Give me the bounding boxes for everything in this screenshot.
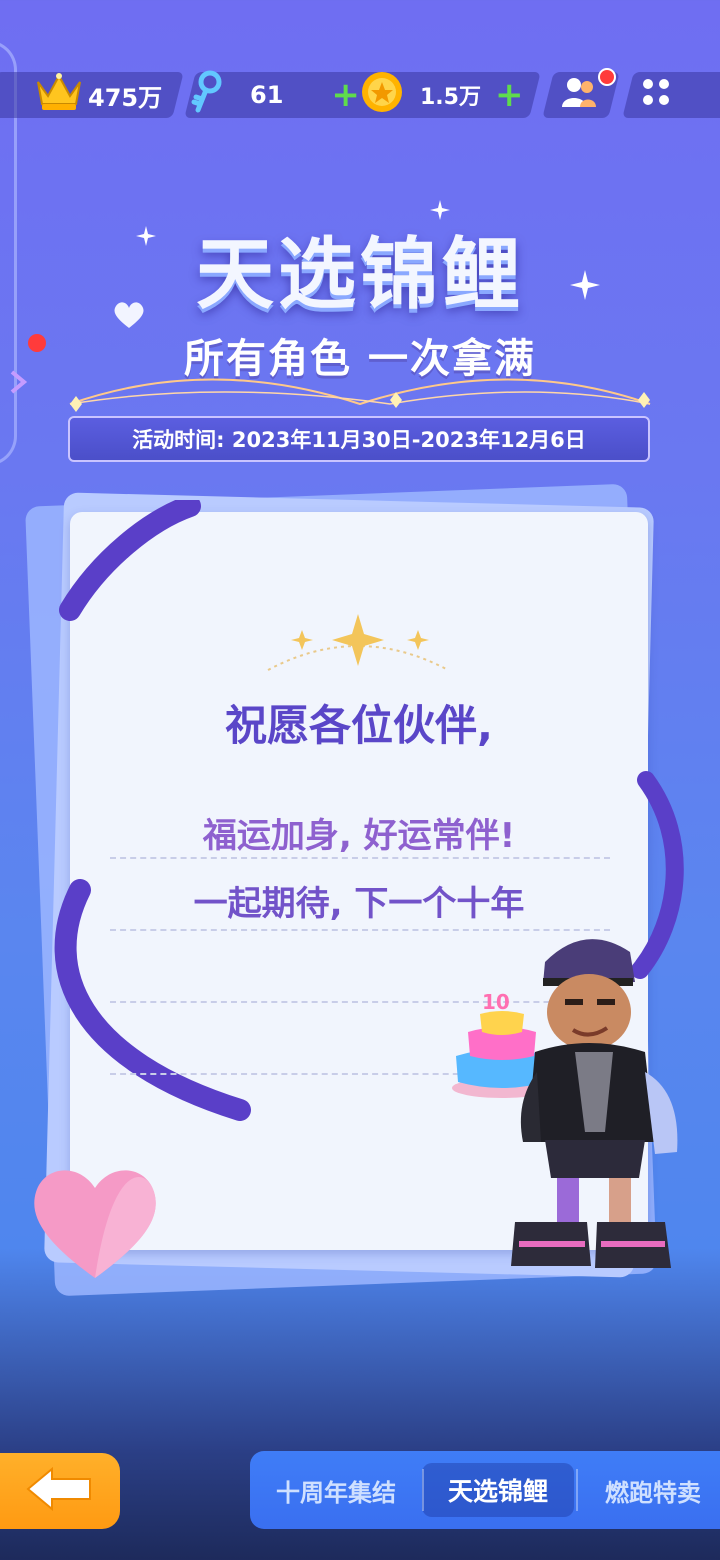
key-icon: [190, 70, 224, 120]
add-keys-button[interactable]: +: [331, 78, 360, 112]
wish-line-2: 一起期待, 下一个十年: [193, 884, 525, 924]
currency-bar: 475万 61 + 1.5万 +: [0, 68, 720, 120]
greeting-heading: 祝愿各位伙伴,: [225, 701, 493, 750]
tab-bar: 十周年集结 天选锦鲤 燃跑特卖: [250, 1451, 720, 1529]
key-value: 61: [250, 81, 284, 109]
menu-grid-icon: [640, 76, 672, 114]
coin-icon: [360, 70, 404, 120]
divider: [110, 857, 610, 859]
wish-line-1: 福运加身, 好运常伴!: [202, 816, 516, 856]
event-date-text: 活动时间: 2023年11月30日-2023年12月6日: [132, 428, 586, 452]
sparkle-icon: [258, 612, 458, 676]
friends-notification-dot: [598, 68, 616, 86]
coin-value: 1.5万: [420, 85, 481, 110]
menu-button[interactable]: [640, 72, 672, 118]
add-coins-button[interactable]: +: [495, 78, 524, 112]
crown-icon: [34, 72, 84, 118]
light-string-decoration: [60, 360, 660, 424]
friends-icon: [560, 75, 598, 115]
event-date-banner: 活动时间: 2023年11月30日-2023年12月6日: [68, 416, 650, 462]
tab-sale[interactable]: 燃跑特卖: [578, 1451, 720, 1529]
back-button[interactable]: [0, 1453, 120, 1529]
crown-value: 475万: [88, 83, 163, 112]
heart-icon: [28, 1158, 162, 1286]
event-title: 天选锦鲤: [195, 230, 524, 320]
friends-button[interactable]: [560, 72, 598, 118]
tab-lucky-draw[interactable]: 天选锦鲤: [422, 1451, 574, 1529]
tab-anniversary[interactable]: 十周年集结: [250, 1451, 422, 1529]
runner-character-image: [505, 922, 695, 1286]
back-arrow-icon: [24, 1465, 96, 1517]
